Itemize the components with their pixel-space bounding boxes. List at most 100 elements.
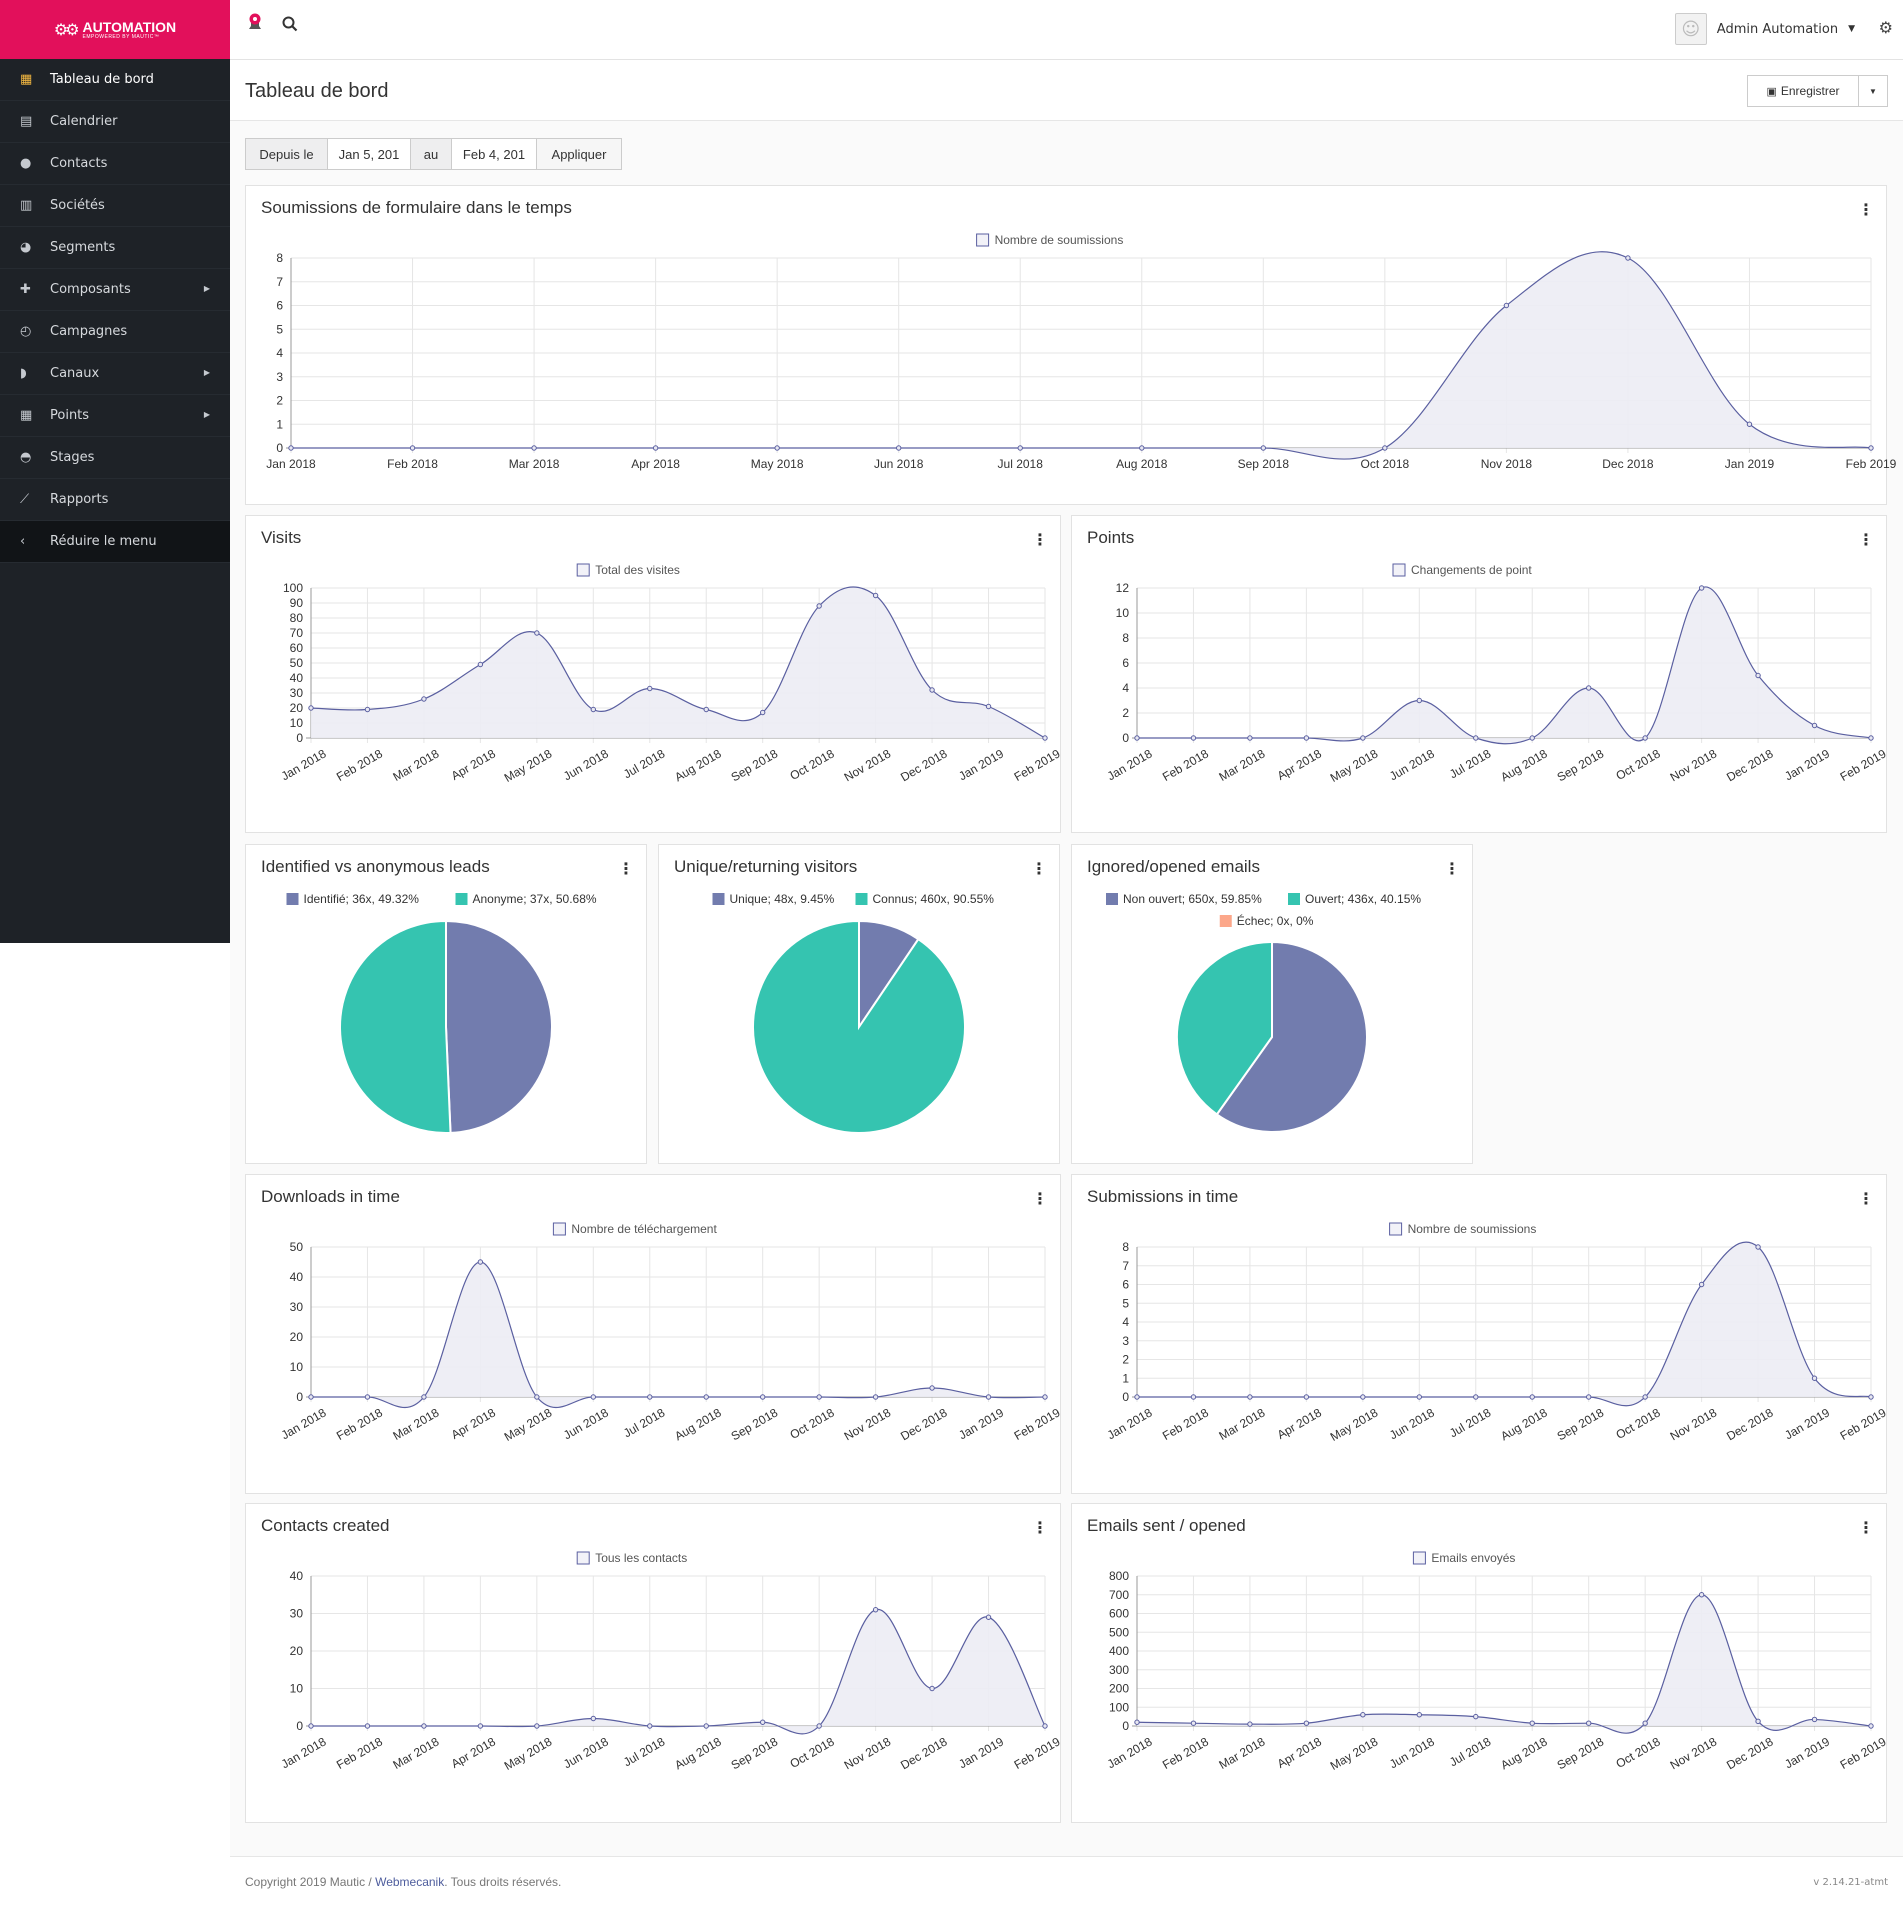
data-point[interactable] <box>1303 735 1310 741</box>
data-point[interactable] <box>421 1723 427 1729</box>
data-point[interactable] <box>1585 1394 1592 1400</box>
data-point[interactable] <box>1416 1394 1423 1400</box>
sidebar-item-contacts[interactable]: ● Contacts <box>0 143 230 185</box>
legend[interactable]: Total des visites <box>576 563 680 577</box>
legend-item[interactable]: Anonyme; 37x, 50.68% <box>455 892 597 906</box>
pie-slice[interactable] <box>752 919 966 1134</box>
data-point[interactable] <box>872 592 879 599</box>
legend-item[interactable]: Connus; 460x, 90.55% <box>855 892 995 906</box>
pie-slice[interactable] <box>339 919 452 1134</box>
data-point[interactable] <box>1382 445 1388 451</box>
data-point[interactable] <box>929 1685 935 1692</box>
data-point[interactable] <box>1755 672 1761 679</box>
data-point[interactable] <box>1360 735 1366 741</box>
data-point[interactable] <box>1698 1592 1705 1598</box>
legend-item[interactable]: Échec; 0x, 0% <box>1219 913 1314 928</box>
sidebar-item-composants[interactable]: ✚ Composants ▶ <box>0 269 230 311</box>
data-point[interactable] <box>308 1394 314 1400</box>
data-point[interactable] <box>1134 735 1140 741</box>
data-point[interactable] <box>590 1394 597 1400</box>
data-point[interactable] <box>1755 1244 1761 1250</box>
brand-logo[interactable]: ⚙⚙ AUTOMATION EMPOWERED BY MAUTIC™ <box>0 0 230 59</box>
data-point[interactable] <box>774 445 780 451</box>
data-point[interactable] <box>1247 1721 1253 1727</box>
data-point[interactable] <box>1042 735 1048 741</box>
data-point[interactable] <box>364 1723 371 1729</box>
data-point[interactable] <box>1503 302 1510 309</box>
data-point[interactable] <box>1529 1394 1535 1400</box>
data-point[interactable] <box>1416 1712 1423 1718</box>
data-point[interactable] <box>1247 735 1253 741</box>
data-point[interactable] <box>816 1723 822 1729</box>
data-point[interactable] <box>1042 1723 1048 1729</box>
data-point[interactable] <box>647 1394 653 1400</box>
data-point[interactable] <box>1473 1394 1479 1400</box>
data-point[interactable] <box>1868 1394 1874 1400</box>
sidebar-item-segments[interactable]: ◕ Segments <box>0 227 230 269</box>
data-point[interactable] <box>1190 1394 1197 1400</box>
sidebar-item-rapports[interactable]: ⟋ Rapports <box>0 479 230 521</box>
data-point[interactable] <box>1868 445 1874 451</box>
data-point[interactable] <box>1134 1719 1140 1725</box>
save-button[interactable]: ▣ Enregistrer <box>1747 75 1859 107</box>
data-point[interactable] <box>872 1394 879 1400</box>
data-point[interactable] <box>1260 445 1267 451</box>
data-point[interactable] <box>1360 1712 1366 1718</box>
data-point[interactable] <box>364 706 371 713</box>
legend-item[interactable]: Unique; 48x, 9.45% <box>712 892 835 906</box>
data-point[interactable] <box>364 1394 371 1400</box>
legend[interactable]: Tous les contacts <box>576 1551 687 1565</box>
data-point[interactable] <box>1585 1720 1592 1726</box>
sidebar-item-tableau-de-bord[interactable]: ▦ Tableau de bord <box>0 59 230 101</box>
data-point[interactable] <box>477 1723 484 1729</box>
data-point[interactable] <box>421 696 427 702</box>
data-point[interactable] <box>1811 1375 1818 1381</box>
legend[interactable]: Nombre de soumissions <box>976 233 1124 247</box>
data-point[interactable] <box>759 709 766 716</box>
data-point[interactable] <box>929 1385 935 1391</box>
data-point[interactable] <box>985 1394 992 1400</box>
data-point[interactable] <box>985 703 992 710</box>
data-point[interactable] <box>985 1614 992 1620</box>
legend[interactable]: Changements de point <box>1392 563 1532 577</box>
data-point[interactable] <box>895 445 902 451</box>
data-point[interactable] <box>1642 735 1648 741</box>
sidebar-item-calendrier[interactable]: ▤ Calendrier <box>0 101 230 143</box>
data-point[interactable] <box>647 1723 653 1729</box>
data-point[interactable] <box>534 1394 540 1400</box>
sidebar-item-points[interactable]: ▦ Points ▶ <box>0 395 230 437</box>
data-point[interactable] <box>1303 1394 1310 1400</box>
sidebar-item-canaux[interactable]: ◗ Canaux ▶ <box>0 353 230 395</box>
data-point[interactable] <box>1811 722 1818 729</box>
data-point[interactable] <box>816 1394 822 1400</box>
data-point[interactable] <box>1134 1394 1140 1400</box>
legend-item[interactable]: Ouvert; 436x, 40.15% <box>1288 892 1421 906</box>
sidebar-item-campagnes[interactable]: ◴ Campagnes <box>0 311 230 353</box>
data-point[interactable] <box>703 1723 709 1729</box>
data-point[interactable] <box>1139 445 1145 451</box>
data-point[interactable] <box>534 630 540 636</box>
data-point[interactable] <box>816 603 822 609</box>
data-point[interactable] <box>1473 735 1479 741</box>
pie-slice[interactable] <box>445 919 553 1134</box>
collapse-menu-button[interactable]: ‹ Réduire le menu <box>0 521 230 563</box>
data-point[interactable] <box>1811 1716 1818 1723</box>
data-point[interactable] <box>1529 1720 1535 1726</box>
data-point[interactable] <box>1042 1394 1048 1400</box>
data-point[interactable] <box>308 705 314 711</box>
data-point[interactable] <box>652 445 659 451</box>
data-point[interactable] <box>1698 1281 1705 1288</box>
data-point[interactable] <box>1247 1394 1253 1400</box>
data-point[interactable] <box>1746 421 1753 427</box>
data-point[interactable] <box>1416 697 1423 704</box>
data-point[interactable] <box>288 445 294 451</box>
company-link[interactable]: Webmecanik <box>375 1875 444 1889</box>
date-to-input[interactable]: Feb 4, 201 <box>451 138 537 170</box>
data-point[interactable] <box>703 1394 709 1400</box>
data-point[interactable] <box>1529 735 1535 741</box>
data-point[interactable] <box>759 1394 766 1400</box>
gear-icon[interactable]: ⚙ <box>1879 18 1893 37</box>
data-point[interactable] <box>703 706 709 713</box>
sidebar-item-sociétés[interactable]: ▥ Sociétés <box>0 185 230 227</box>
data-point[interactable] <box>590 706 597 713</box>
